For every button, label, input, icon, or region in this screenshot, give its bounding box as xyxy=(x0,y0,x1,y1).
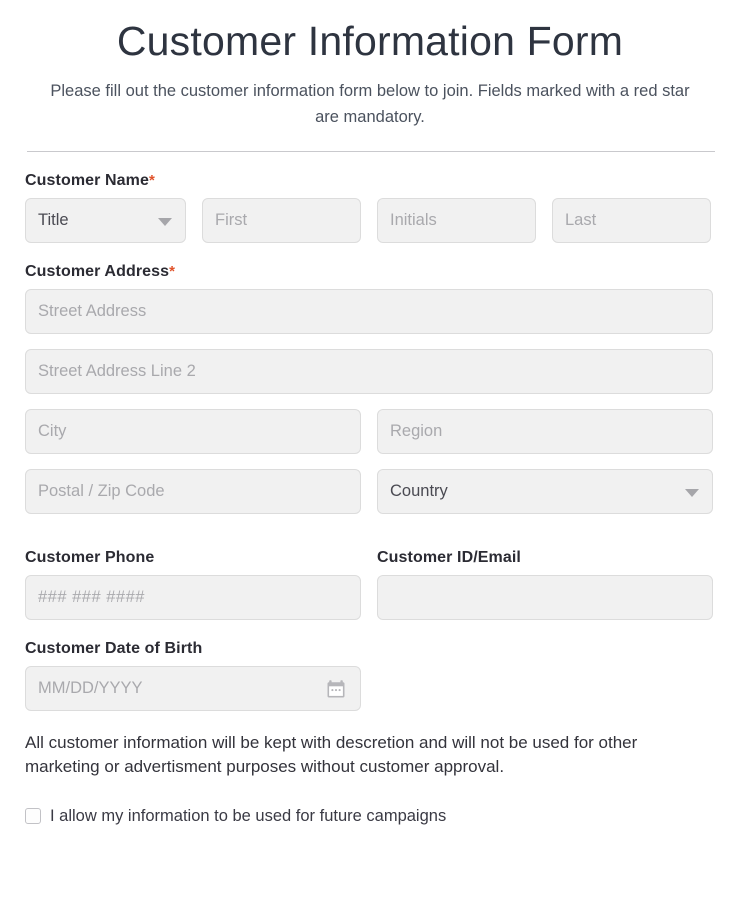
city-placeholder: City xyxy=(38,422,67,441)
region-placeholder: Region xyxy=(390,422,443,441)
region-input[interactable]: Region xyxy=(377,409,713,455)
street-address-line2-input[interactable]: Street Address Line 2 xyxy=(25,349,713,395)
chevron-down-icon xyxy=(158,217,172,226)
customer-dob-placeholder: MM/DD/YYYY xyxy=(38,679,143,698)
required-asterisk: * xyxy=(169,263,176,281)
street-address-row: Street Address xyxy=(25,289,713,335)
consent-label: I allow my information to be used for fu… xyxy=(50,806,447,825)
page-subtitle: Please fill out the customer information… xyxy=(50,82,690,126)
street-address-line2-placeholder: Street Address Line 2 xyxy=(38,362,196,381)
customer-phone-placeholder: ### ### #### xyxy=(38,588,145,607)
last-name-placeholder: Last xyxy=(565,211,597,230)
country-select[interactable]: Country xyxy=(377,469,713,515)
postal-code-input[interactable]: Postal / Zip Code xyxy=(25,469,361,515)
postal-country-row: Postal / Zip Code Country xyxy=(25,469,713,515)
chevron-down-icon xyxy=(685,488,699,497)
customer-information-form-page: Customer Information Form Please fill ou… xyxy=(0,0,740,900)
required-asterisk: * xyxy=(149,172,155,190)
header-divider xyxy=(27,151,715,153)
privacy-disclaimer: All customer information will be kept wi… xyxy=(25,733,638,777)
customer-phone-input[interactable]: ### ### #### xyxy=(25,575,361,621)
street-address-placeholder: Street Address xyxy=(38,302,147,321)
street-address-input[interactable]: Street Address xyxy=(25,289,713,335)
customer-phone-label: Customer Phone xyxy=(25,549,155,567)
title-select-value: Title xyxy=(38,211,69,230)
city-input[interactable]: City xyxy=(25,409,361,455)
customer-name-row: Title First Initials Last xyxy=(25,198,713,244)
phone-email-label-row: Customer Phone Customer ID/Email xyxy=(25,529,713,575)
page-title: Customer Information Form xyxy=(116,18,624,64)
first-name-placeholder: First xyxy=(215,211,248,230)
phone-email-row: ### ### #### xyxy=(25,575,713,621)
initials-input[interactable]: Initials xyxy=(377,198,536,244)
customer-address-label-text: Customer Address xyxy=(25,263,170,281)
form-fields: Customer Name* Title First Initials Last… xyxy=(0,172,740,825)
initials-placeholder: Initials xyxy=(390,211,437,230)
calendar-icon[interactable] xyxy=(326,679,346,699)
consent-row[interactable]: I allow my information to be used for fu… xyxy=(25,807,713,826)
customer-email-input[interactable] xyxy=(377,575,713,621)
consent-checkbox[interactable] xyxy=(25,808,41,825)
street-address-line2-row: Street Address Line 2 xyxy=(25,349,713,395)
country-select-value: Country xyxy=(390,482,448,501)
customer-name-label-text: Customer Name xyxy=(25,172,150,190)
city-region-row: City Region xyxy=(25,409,713,455)
first-name-input[interactable]: First xyxy=(202,198,361,244)
customer-dob-input[interactable]: MM/DD/YYYY xyxy=(25,666,361,712)
customer-dob-row: MM/DD/YYYY xyxy=(25,666,713,712)
customer-address-label: Customer Address* xyxy=(25,263,713,281)
postal-code-placeholder: Postal / Zip Code xyxy=(38,482,165,501)
customer-dob-label: Customer Date of Birth xyxy=(25,640,203,658)
title-select[interactable]: Title xyxy=(25,198,186,244)
customer-email-label: Customer ID/Email xyxy=(377,549,521,567)
customer-name-label: Customer Name* xyxy=(25,172,713,190)
last-name-input[interactable]: Last xyxy=(552,198,711,244)
